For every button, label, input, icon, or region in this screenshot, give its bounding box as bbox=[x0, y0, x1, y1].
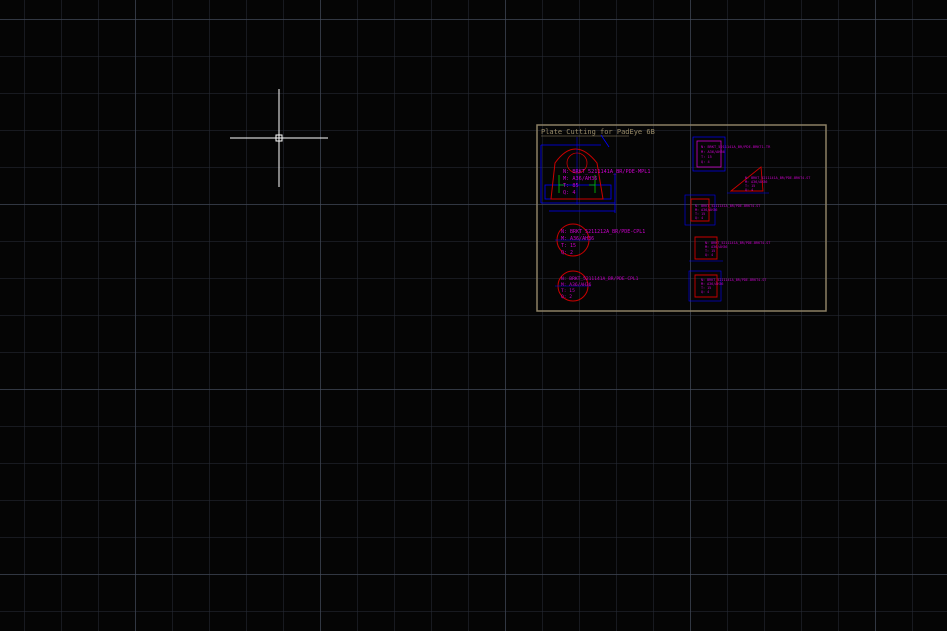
part-4-label-thickness: T: 15 bbox=[701, 155, 712, 159]
part-8-label-quantity: Q: 4 bbox=[701, 290, 709, 294]
part-4-label-name: N: BRKT_5211141A_BR/PDE-BRKT1-TR bbox=[701, 145, 771, 149]
part-1-label-name: N: BRKT_5211141A_BR/PDE-MPL1 bbox=[563, 169, 650, 175]
part-2-label-thickness: T: 15 bbox=[561, 243, 576, 249]
part-3-label-material: M: A36/AH36 bbox=[561, 282, 592, 288]
sheet-title: Plate Cutting for PadEye 6B bbox=[541, 128, 655, 136]
part-bracket-top[interactable]: N: BRKT_5211141A_BR/PDE-BRKT1-TR M: A36/… bbox=[692, 136, 771, 172]
drawing-canvas[interactable]: Plate Cutting for PadEye 6B N: BRKT_5211… bbox=[0, 0, 947, 631]
part-5-label-quantity: Q: 4 bbox=[745, 188, 753, 192]
part-cheek-plate-1[interactable]: N: BRKT_5211212A_BR/PDE-CPL1 M: A36/AH36… bbox=[555, 223, 645, 257]
part-cheek-plate-2[interactable]: N: BRKT_5211141A_BR/PDE-CPL1 M: A36/AH36… bbox=[555, 270, 639, 302]
drawing-sheet[interactable]: Plate Cutting for PadEye 6B N: BRKT_5211… bbox=[535, 123, 830, 314]
part-3-label-thickness: T: 15 bbox=[561, 288, 575, 294]
part-7-label-quantity: Q: 4 bbox=[705, 253, 713, 257]
part-6-label-quantity: Q: 4 bbox=[695, 216, 703, 220]
part-2-label-material: M: A36/AH36 bbox=[561, 236, 594, 242]
part-gusset-triangle[interactable]: N: BRKT_5211141A_BR/PDE-BRKT4-ST M: A36/… bbox=[727, 166, 810, 194]
part-2-label-quantity: Q: 2 bbox=[561, 250, 573, 256]
part-3-label-quantity: Q: 2 bbox=[561, 294, 572, 300]
part-padeye-main-plate[interactable]: N: BRKT_5211141A_BR/PDE-MPL1 M: A36/AH36… bbox=[540, 134, 650, 213]
part-bracket-middle-2[interactable]: N: BRKT_5211141A_BR/PDE-BRKT4-ST M: A36/… bbox=[689, 236, 770, 262]
part-1-label-thickness: T: 85 bbox=[563, 183, 579, 189]
part-2-label-name: N: BRKT_5211212A_BR/PDE-CPL1 bbox=[561, 229, 645, 235]
part-3-label-name: N: BRKT_5211141A_BR/PDE-CPL1 bbox=[561, 276, 639, 282]
part-bracket-bottom[interactable]: N: BRKT_5211141A_BR/PDE-BRKT4-ST M: A36/… bbox=[688, 270, 766, 302]
part-1-label-quantity: Q: 4 bbox=[563, 190, 576, 196]
part-4-label-material: M: A36/AH36 bbox=[701, 150, 725, 154]
part-bracket-middle-1[interactable]: N: BRKT_5211141A_BR/PDE-BRKT4-ST M: A36/… bbox=[684, 194, 760, 226]
part-4-label-quantity: Q: 4 bbox=[701, 160, 710, 164]
part-1-label-material: M: A36/AH36 bbox=[563, 176, 597, 182]
crosshair-cursor-icon bbox=[230, 89, 328, 187]
